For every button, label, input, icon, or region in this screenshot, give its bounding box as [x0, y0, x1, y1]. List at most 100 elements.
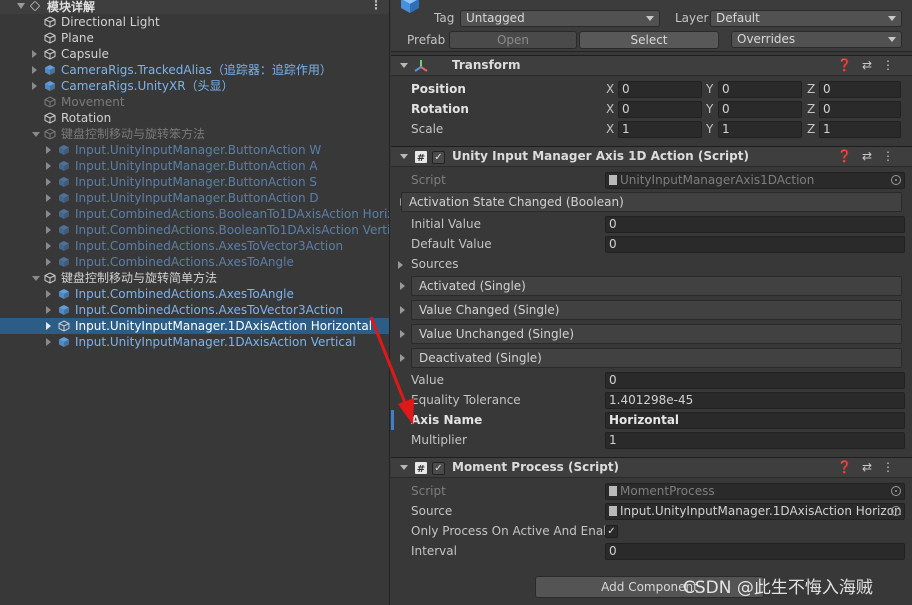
fold-right-icon[interactable] — [32, 82, 37, 90]
source-field[interactable]: Input.UnityInputManager.1DAxisAction Hor… — [605, 503, 905, 520]
more-options-icon[interactable]: ⋮ — [370, 0, 382, 12]
interval-field[interactable]: 0 — [605, 543, 905, 560]
expand-arrow-icon[interactable] — [400, 354, 405, 362]
layer-dropdown[interactable]: Default — [710, 10, 902, 27]
hierarchy-item[interactable]: Input.UnityInputManager.1DAxisAction Hor… — [0, 318, 389, 334]
moment-process-header[interactable]: # ✓ Moment Process (Script) ❓⇄⋮ — [391, 457, 912, 478]
default-value-field[interactable]: 0 — [605, 236, 905, 253]
fold-right-icon[interactable] — [46, 306, 51, 314]
equality-tolerance-field[interactable]: 1.401298e-45 — [605, 392, 905, 409]
fold-right-icon[interactable] — [32, 66, 37, 74]
component-menu-icon[interactable]: ⋮ — [882, 149, 904, 163]
hierarchy-item[interactable]: Input.UnityInputManager.ButtonAction A — [0, 158, 389, 174]
object-picker-icon[interactable] — [891, 486, 901, 496]
fold-right-icon[interactable] — [46, 162, 51, 170]
object-picker-icon[interactable] — [891, 506, 901, 516]
only-process-checkbox[interactable]: ✓ — [605, 525, 618, 538]
expand-arrow-icon[interactable] — [400, 306, 405, 314]
sources-label[interactable]: Sources — [411, 257, 458, 271]
prefab-overrides-dropdown[interactable]: Overrides — [731, 31, 902, 48]
hierarchy-item[interactable]: Plane — [0, 30, 389, 46]
prefab-select-button[interactable]: Select — [579, 31, 719, 49]
unity-event-box[interactable]: Value Unchanged (Single) — [411, 324, 902, 344]
fold-right-icon[interactable] — [46, 338, 51, 346]
fold-right-icon[interactable] — [46, 210, 51, 218]
hierarchy-item[interactable]: Input.CombinedActions.AxesToVector3Actio… — [0, 302, 389, 318]
help-icon[interactable]: ❓ — [837, 460, 862, 474]
hierarchy-item[interactable]: Movement — [0, 94, 389, 110]
component-menu-icon[interactable]: ⋮ — [882, 460, 904, 474]
scale-z-field[interactable]: 1 — [819, 121, 901, 138]
hierarchy-item[interactable]: Capsule — [0, 46, 389, 62]
fold-right-icon[interactable] — [46, 242, 51, 250]
rotation-y-field[interactable]: 0 — [718, 101, 802, 118]
hierarchy-item[interactable]: Input.CombinedActions.BooleanTo1DAxisAct… — [0, 222, 389, 238]
hierarchy-item[interactable]: Input.CombinedActions.BooleanTo1DAxisAct… — [0, 206, 389, 222]
help-icon[interactable]: ❓ — [837, 149, 862, 163]
rotation-z-field[interactable]: 0 — [819, 101, 901, 118]
scene-root-row[interactable]: 模块详解 ⋮ — [0, 0, 389, 14]
hierarchy-item[interactable]: Input.CombinedActions.AxesToVector3Actio… — [0, 238, 389, 254]
rotation-x-field[interactable]: 0 — [618, 101, 702, 118]
hierarchy-item[interactable]: Input.UnityInputManager.ButtonAction W — [0, 142, 389, 158]
object-picker-icon[interactable] — [891, 175, 901, 185]
fold-down-icon[interactable] — [400, 63, 408, 68]
fold-right-icon[interactable] — [46, 146, 51, 154]
value-field[interactable]: 0 — [605, 372, 905, 389]
hierarchy-item[interactable]: Input.UnityInputManager.ButtonAction S — [0, 174, 389, 190]
multiplier-field[interactable]: 1 — [605, 432, 905, 449]
unity-event-box[interactable]: Deactivated (Single) — [411, 348, 902, 368]
fold-down-icon[interactable] — [400, 154, 408, 159]
hierarchy-item[interactable]: Rotation — [0, 110, 389, 126]
help-icon[interactable]: ❓ — [837, 58, 862, 72]
unity-event-box[interactable]: Activated (Single) — [411, 276, 902, 296]
fold-right-icon[interactable] — [46, 290, 51, 298]
scene-icon — [29, 0, 41, 12]
fold-right-icon[interactable] — [46, 226, 51, 234]
scale-x-field[interactable]: 1 — [618, 121, 702, 138]
activation-state-changed-event[interactable]: Activation State Changed (Boolean) — [401, 192, 902, 212]
equality-tolerance-label: Equality Tolerance — [411, 393, 521, 407]
scale-y-field[interactable]: 1 — [718, 121, 802, 138]
hierarchy-item[interactable]: Input.CombinedActions.AxesToAngle — [0, 254, 389, 270]
hierarchy-item[interactable]: CameraRigs.UnityXR（头显） — [0, 78, 389, 94]
presets-icon[interactable]: ⇄ — [862, 58, 882, 72]
hierarchy-item[interactable]: CameraRigs.TrackedAlias（追踪器：追踪作用） — [0, 62, 389, 78]
gameobject-cube-icon — [59, 305, 69, 315]
presets-icon[interactable]: ⇄ — [862, 149, 882, 163]
fold-down-icon[interactable] — [17, 3, 25, 9]
fold-right-icon[interactable] — [46, 178, 51, 186]
hierarchy-item[interactable]: Input.UnityInputManager.1DAxisAction Ver… — [0, 334, 389, 350]
svg-text:#: # — [417, 464, 425, 475]
fold-right-icon[interactable] — [46, 258, 51, 266]
fold-down-icon[interactable] — [32, 132, 40, 137]
hierarchy-item[interactable]: Directional Light — [0, 14, 389, 30]
expand-arrow-icon[interactable] — [400, 282, 405, 290]
prefab-open-button[interactable]: Open — [449, 31, 577, 49]
hierarchy-item[interactable]: Input.CombinedActions.AxesToAngle — [0, 286, 389, 302]
expand-arrow-icon[interactable] — [400, 330, 405, 338]
tag-dropdown[interactable]: Untagged — [460, 10, 660, 27]
fold-down-icon[interactable] — [400, 465, 408, 470]
hierarchy-item[interactable]: Input.UnityInputManager.ButtonAction D — [0, 190, 389, 206]
axis-name-field[interactable]: Horizontal — [605, 412, 905, 429]
hierarchy-item[interactable]: 键盘控制移动与旋转简单方法 — [0, 270, 389, 286]
component-enabled-checkbox[interactable]: ✓ — [432, 151, 445, 164]
fold-right-icon[interactable] — [46, 322, 51, 330]
axis-action-header[interactable]: # ✓ Unity Input Manager Axis 1D Action (… — [391, 146, 912, 167]
fold-right-icon[interactable] — [46, 194, 51, 202]
initial-value-field[interactable]: 0 — [605, 216, 905, 233]
fold-down-icon[interactable] — [32, 276, 40, 281]
expand-arrow-icon[interactable] — [398, 261, 403, 269]
component-enabled-checkbox[interactable]: ✓ — [432, 462, 445, 475]
fold-right-icon[interactable] — [32, 50, 37, 58]
position-z-field[interactable]: 0 — [819, 81, 901, 98]
presets-icon[interactable]: ⇄ — [862, 460, 882, 474]
position-x-field[interactable]: 0 — [618, 81, 702, 98]
watermark: CSDN @此生不悔入海贼 — [683, 578, 873, 598]
position-y-field[interactable]: 0 — [718, 81, 802, 98]
unity-event-box[interactable]: Value Changed (Single) — [411, 300, 902, 320]
transform-header[interactable]: Transform ❓⇄⋮ — [391, 55, 912, 76]
hierarchy-item[interactable]: 键盘控制移动与旋转笨方法 — [0, 126, 389, 142]
component-menu-icon[interactable]: ⋮ — [882, 58, 904, 72]
